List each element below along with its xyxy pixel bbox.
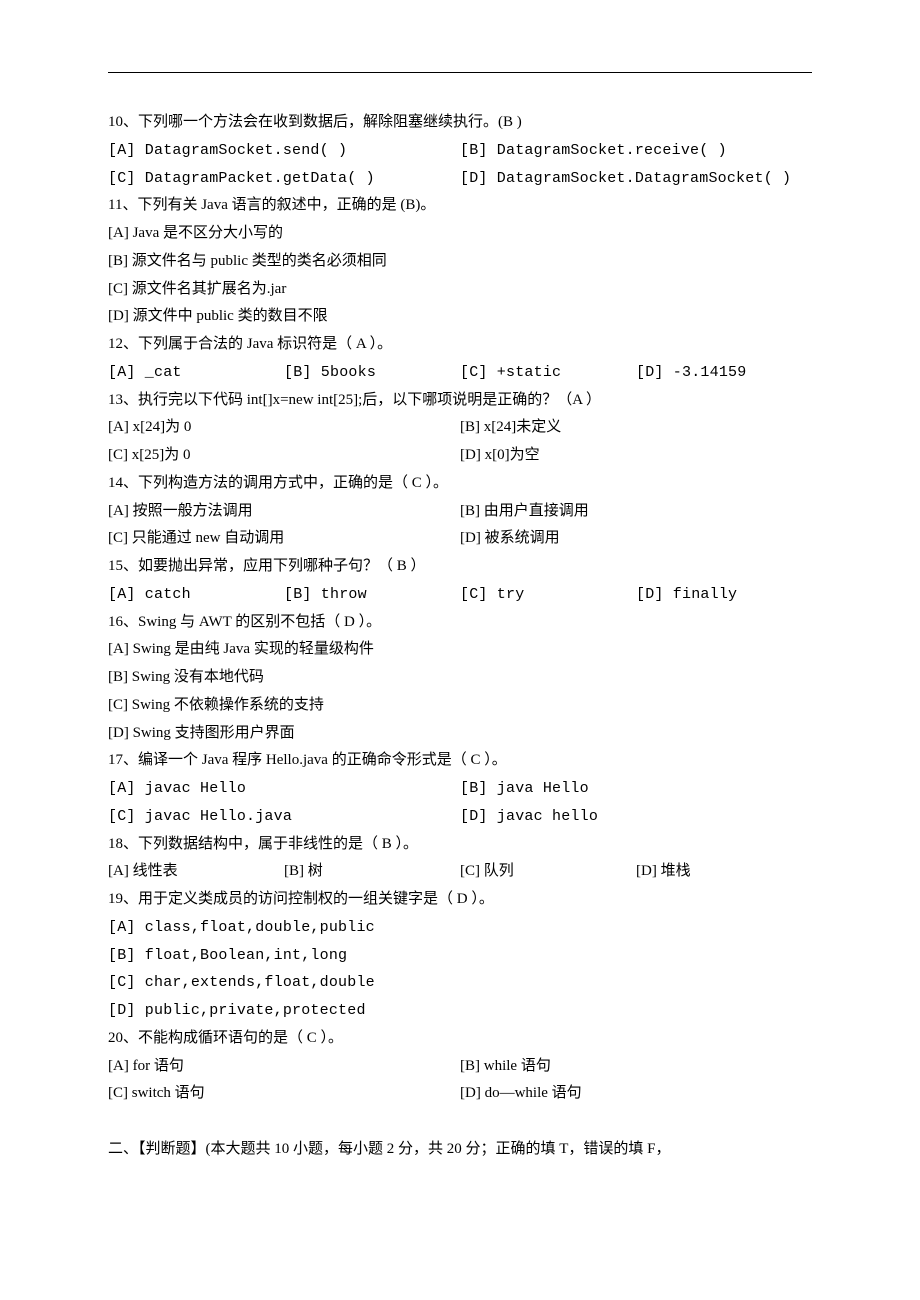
q10-b: [B] DatagramSocket.receive( ) bbox=[460, 137, 812, 165]
q18-b: [B] 树 bbox=[284, 858, 460, 886]
q20-b: [B] while 语句 bbox=[460, 1053, 812, 1081]
q14-a: [A] 按照一般方法调用 bbox=[108, 498, 460, 526]
q16: 16、Swing 与 AWT 的区别不包括（ D ）。 [A] Swing 是由… bbox=[108, 609, 812, 748]
q15-a: [A] catch bbox=[108, 581, 284, 609]
q16-b: [B] Swing 没有本地代码 bbox=[108, 664, 812, 692]
q20-c: [C] switch 语句 bbox=[108, 1080, 460, 1108]
q13-d: [D] x[0]为空 bbox=[460, 442, 812, 470]
q19-c: [C] char,extends,float,double bbox=[108, 969, 812, 997]
q14: 14、下列构造方法的调用方式中，正确的是（ C ）。 [A] 按照一般方法调用 … bbox=[108, 470, 812, 553]
q10-c: [C] DatagramPacket.getData( ) bbox=[108, 165, 460, 193]
section-2-text: 二、【判断题】(本大题共 10 小题，每小题 2 分，共 20 分；正确的填 T… bbox=[108, 1136, 812, 1164]
q15-d: [D] finally bbox=[636, 581, 812, 609]
q13-stem: 13、执行完以下代码 int[]x=new int[25];后，以下哪项说明是正… bbox=[108, 387, 812, 415]
q12-a: [A] _cat bbox=[108, 359, 284, 387]
q11-c: [C] 源文件名其扩展名为.jar bbox=[108, 276, 812, 304]
q18-d: [D] 堆栈 bbox=[636, 858, 812, 886]
q13-a: [A] x[24]为 0 bbox=[108, 414, 460, 442]
q12-c: [C] +static bbox=[460, 359, 636, 387]
q17-stem: 17、编译一个 Java 程序 Hello.java 的正确命令形式是（ C ）… bbox=[108, 747, 812, 775]
q12: 12、下列属于合法的 Java 标识符是（ A ）。 [A] _cat [B] … bbox=[108, 331, 812, 387]
q18: 18、下列数据结构中，属于非线性的是（ B ）。 [A] 线性表 [B] 树 [… bbox=[108, 831, 812, 887]
q15-c: [C] try bbox=[460, 581, 636, 609]
q11-b: [B] 源文件名与 public 类型的类名必须相同 bbox=[108, 248, 812, 276]
q11-a: [A] Java 是不区分大小写的 bbox=[108, 220, 812, 248]
q17: 17、编译一个 Java 程序 Hello.java 的正确命令形式是（ C ）… bbox=[108, 747, 812, 830]
q20-a: [A] for 语句 bbox=[108, 1053, 460, 1081]
q12-d: [D] -3.14159 bbox=[636, 359, 812, 387]
q19-a: [A] class,float,double,public bbox=[108, 914, 812, 942]
q14-d: [D] 被系统调用 bbox=[460, 525, 812, 553]
q13: 13、执行完以下代码 int[]x=new int[25];后，以下哪项说明是正… bbox=[108, 387, 812, 470]
q15-stem: 15、如要抛出异常，应用下列哪种子句？（ B ） bbox=[108, 553, 812, 581]
q17-b: [B] java Hello bbox=[460, 775, 812, 803]
q13-b: [B] x[24]未定义 bbox=[460, 414, 812, 442]
exam-page: 10、下列哪一个方法会在收到数据后，解除阻塞继续执行。(B ) [A] Data… bbox=[0, 0, 920, 1300]
q11-d: [D] 源文件中 public 类的数目不限 bbox=[108, 303, 812, 331]
q15: 15、如要抛出异常，应用下列哪种子句？（ B ） [A] catch [B] t… bbox=[108, 553, 812, 609]
q16-a: [A] Swing 是由纯 Java 实现的轻量级构件 bbox=[108, 636, 812, 664]
q16-c: [C] Swing 不依赖操作系统的支持 bbox=[108, 692, 812, 720]
q17-d: [D] javac hello bbox=[460, 803, 812, 831]
header-rule bbox=[108, 72, 812, 73]
q10-a: [A] DatagramSocket.send( ) bbox=[108, 137, 460, 165]
q14-c: [C] 只能通过 new 自动调用 bbox=[108, 525, 460, 553]
q15-b: [B] throw bbox=[284, 581, 460, 609]
q13-c: [C] x[25]为 0 bbox=[108, 442, 460, 470]
q12-stem: 12、下列属于合法的 Java 标识符是（ A ）。 bbox=[108, 331, 812, 359]
q14-stem: 14、下列构造方法的调用方式中，正确的是（ C ）。 bbox=[108, 470, 812, 498]
q14-b: [B] 由用户直接调用 bbox=[460, 498, 812, 526]
q16-d: [D] Swing 支持图形用户界面 bbox=[108, 720, 812, 748]
section-gap bbox=[108, 1108, 812, 1136]
q18-c: [C] 队列 bbox=[460, 858, 636, 886]
q10-stem: 10、下列哪一个方法会在收到数据后，解除阻塞继续执行。(B ) bbox=[108, 109, 812, 137]
section-2-heading: 二、【判断题】(本大题共 10 小题，每小题 2 分，共 20 分；正确的填 T… bbox=[108, 1136, 812, 1164]
q20-stem: 20、不能构成循环语句的是（ C ）。 bbox=[108, 1025, 812, 1053]
q18-stem: 18、下列数据结构中，属于非线性的是（ B ）。 bbox=[108, 831, 812, 859]
q20: 20、不能构成循环语句的是（ C ）。 [A] for 语句 [B] while… bbox=[108, 1025, 812, 1108]
q11-stem: 11、下列有关 Java 语言的叙述中，正确的是 (B)。 bbox=[108, 192, 812, 220]
q16-stem: 16、Swing 与 AWT 的区别不包括（ D ）。 bbox=[108, 609, 812, 637]
q18-a: [A] 线性表 bbox=[108, 858, 284, 886]
q19: 19、用于定义类成员的访问控制权的一组关键字是（ D ）。 [A] class,… bbox=[108, 886, 812, 1025]
q12-b: [B] 5books bbox=[284, 359, 460, 387]
q11: 11、下列有关 Java 语言的叙述中，正确的是 (B)。 [A] Java 是… bbox=[108, 192, 812, 331]
q10-d: [D] DatagramSocket.DatagramSocket( ) bbox=[460, 165, 812, 193]
q19-stem: 19、用于定义类成员的访问控制权的一组关键字是（ D ）。 bbox=[108, 886, 812, 914]
q19-b: [B] float,Boolean,int,long bbox=[108, 942, 812, 970]
q17-c: [C] javac Hello.java bbox=[108, 803, 460, 831]
q17-a: [A] javac Hello bbox=[108, 775, 460, 803]
q10: 10、下列哪一个方法会在收到数据后，解除阻塞继续执行。(B ) [A] Data… bbox=[108, 109, 812, 192]
q20-d: [D] do—while 语句 bbox=[460, 1080, 812, 1108]
q19-d: [D] public,private,protected bbox=[108, 997, 812, 1025]
